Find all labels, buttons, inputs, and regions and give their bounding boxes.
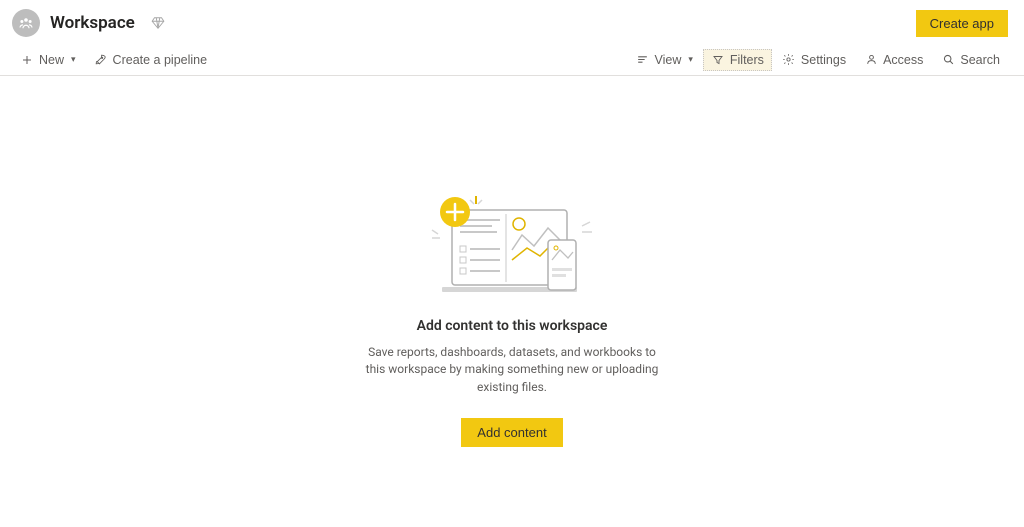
filters-label: Filters [730,53,764,67]
add-content-button[interactable]: Add content [461,418,562,447]
chevron-down-icon: ▾ [71,54,76,65]
access-label: Access [883,53,923,67]
header: Workspace Create app [0,0,1024,44]
toolbar-right: View ▾ Filters Settings Ac [627,49,1008,71]
toolbar: New ▾ Create a pipeline View ▾ Fil [0,44,1024,76]
workspace-avatar[interactable] [12,9,40,37]
create-pipeline-label: Create a pipeline [113,53,208,67]
search-label: Search [960,53,1000,67]
search-icon [941,53,955,67]
empty-state-illustration [422,190,602,300]
header-left: Workspace [12,9,165,37]
list-icon [635,53,649,67]
filters-button[interactable]: Filters [703,49,772,71]
view-button[interactable]: View ▾ [627,49,700,71]
new-button[interactable]: New ▾ [12,49,84,71]
chevron-down-icon: ▾ [688,54,693,65]
settings-label: Settings [801,53,846,67]
view-label: View [654,53,681,67]
workspace-title: Workspace [50,13,135,33]
people-icon [17,14,35,32]
search-button[interactable]: Search [933,49,1008,71]
empty-state: Add content to this workspace Save repor… [0,76,1024,447]
plus-icon [20,53,34,67]
toolbar-left: New ▾ Create a pipeline [12,49,215,71]
empty-state-description: Save reports, dashboards, datasets, and … [362,344,662,396]
empty-state-title: Add content to this workspace [417,318,608,334]
filter-icon [711,53,725,67]
new-label: New [39,53,64,67]
access-button[interactable]: Access [856,49,931,71]
create-app-button[interactable]: Create app [916,10,1008,37]
rocket-icon [94,53,108,67]
gear-icon [782,53,796,67]
create-pipeline-button[interactable]: Create a pipeline [86,49,216,71]
person-icon [864,53,878,67]
settings-button[interactable]: Settings [774,49,854,71]
diamond-icon [151,16,165,30]
